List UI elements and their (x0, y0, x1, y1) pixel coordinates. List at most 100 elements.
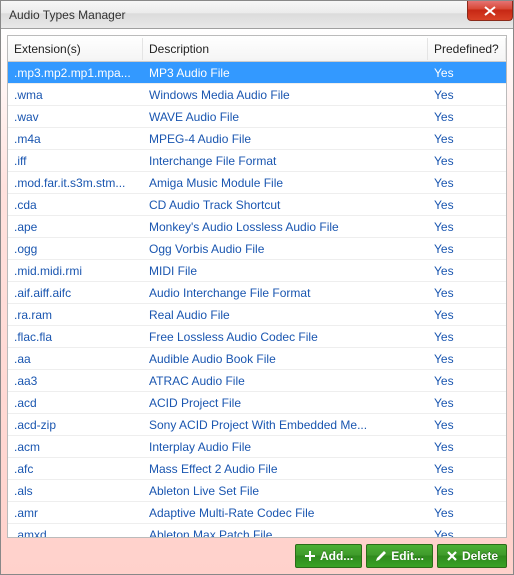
cell-predefined: Yes (428, 482, 506, 500)
cell-extension: .mid.midi.rmi (8, 262, 143, 280)
table-row[interactable]: .aif.aiff.aifcAudio Interchange File For… (8, 282, 506, 304)
cell-description: Windows Media Audio File (143, 86, 428, 104)
cell-predefined: Yes (428, 306, 506, 324)
delete-button[interactable]: Delete (437, 544, 507, 568)
cell-extension: .acd-zip (8, 416, 143, 434)
cell-extension: .flac.fla (8, 328, 143, 346)
cell-description: WAVE Audio File (143, 108, 428, 126)
window-title: Audio Types Manager (9, 8, 126, 22)
cell-predefined: Yes (428, 174, 506, 192)
close-icon (484, 6, 496, 16)
cell-extension: .cda (8, 196, 143, 214)
cell-description: MIDI File (143, 262, 428, 280)
cell-description: Ableton Live Set File (143, 482, 428, 500)
table-row[interactable]: .acd-zipSony ACID Project With Embedded … (8, 414, 506, 436)
cell-extension: .mod.far.it.s3m.stm... (8, 174, 143, 192)
cell-predefined: Yes (428, 350, 506, 368)
table-row[interactable]: .aa3ATRAC Audio FileYes (8, 370, 506, 392)
delete-button-label: Delete (462, 549, 498, 563)
cell-description: CD Audio Track Shortcut (143, 196, 428, 214)
titlebar: Audio Types Manager (1, 1, 513, 29)
list-header: Extension(s) Description Predefined? (8, 36, 506, 62)
table-row[interactable]: .mp3.mp2.mp1.mpa...MP3 Audio FileYes (8, 62, 506, 84)
cell-description: Interplay Audio File (143, 438, 428, 456)
column-header-extensions[interactable]: Extension(s) (8, 38, 143, 60)
cell-predefined: Yes (428, 504, 506, 522)
cell-predefined: Yes (428, 196, 506, 214)
cell-description: Audio Interchange File Format (143, 284, 428, 302)
cell-description: Audible Audio Book File (143, 350, 428, 368)
cell-extension: .amxd (8, 526, 143, 538)
add-button-label: Add... (320, 549, 353, 563)
table-row[interactable]: .acmInterplay Audio FileYes (8, 436, 506, 458)
button-bar: Add... Edit... Delete (7, 538, 507, 568)
table-row[interactable]: .iffInterchange File FormatYes (8, 150, 506, 172)
cell-predefined: Yes (428, 460, 506, 478)
table-row[interactable]: .wavWAVE Audio FileYes (8, 106, 506, 128)
cell-predefined: Yes (428, 240, 506, 258)
client-area: Extension(s) Description Predefined? .mp… (1, 29, 513, 574)
table-row[interactable]: .mid.midi.rmiMIDI FileYes (8, 260, 506, 282)
table-row[interactable]: .afcMass Effect 2 Audio FileYes (8, 458, 506, 480)
cell-predefined: Yes (428, 394, 506, 412)
cell-extension: .als (8, 482, 143, 500)
cell-extension: .wma (8, 86, 143, 104)
cell-description: Amiga Music Module File (143, 174, 428, 192)
cell-predefined: Yes (428, 328, 506, 346)
cell-description: ACID Project File (143, 394, 428, 412)
cell-extension: .amr (8, 504, 143, 522)
column-header-predefined[interactable]: Predefined? (428, 38, 506, 60)
cell-extension: .aif.aiff.aifc (8, 284, 143, 302)
x-icon (446, 550, 458, 562)
cell-extension: .mp3.mp2.mp1.mpa... (8, 64, 143, 82)
cell-description: Ogg Vorbis Audio File (143, 240, 428, 258)
table-row[interactable]: .cdaCD Audio Track ShortcutYes (8, 194, 506, 216)
table-row[interactable]: .oggOgg Vorbis Audio FileYes (8, 238, 506, 260)
table-row[interactable]: .acdACID Project FileYes (8, 392, 506, 414)
table-row[interactable]: .flac.flaFree Lossless Audio Codec FileY… (8, 326, 506, 348)
cell-description: MP3 Audio File (143, 64, 428, 82)
table-row[interactable]: .ra.ramReal Audio FileYes (8, 304, 506, 326)
cell-extension: .wav (8, 108, 143, 126)
cell-predefined: Yes (428, 86, 506, 104)
cell-description: Mass Effect 2 Audio File (143, 460, 428, 478)
audio-types-list: Extension(s) Description Predefined? .mp… (7, 35, 507, 538)
table-row[interactable]: .amrAdaptive Multi-Rate Codec FileYes (8, 502, 506, 524)
cell-extension: .aa3 (8, 372, 143, 390)
cell-extension: .ra.ram (8, 306, 143, 324)
cell-description: Ableton Max Patch File (143, 526, 428, 538)
add-button[interactable]: Add... (295, 544, 362, 568)
close-button[interactable] (467, 1, 513, 21)
cell-predefined: Yes (428, 218, 506, 236)
cell-description: Adaptive Multi-Rate Codec File (143, 504, 428, 522)
cell-predefined: Yes (428, 284, 506, 302)
cell-predefined: Yes (428, 130, 506, 148)
cell-description: Real Audio File (143, 306, 428, 324)
cell-extension: .afc (8, 460, 143, 478)
table-row[interactable]: .mod.far.it.s3m.stm...Amiga Music Module… (8, 172, 506, 194)
cell-predefined: Yes (428, 438, 506, 456)
cell-description: MPEG-4 Audio File (143, 130, 428, 148)
cell-description: ATRAC Audio File (143, 372, 428, 390)
column-header-description[interactable]: Description (143, 38, 428, 60)
cell-extension: .ape (8, 218, 143, 236)
cell-extension: .ogg (8, 240, 143, 258)
table-row[interactable]: .alsAbleton Live Set FileYes (8, 480, 506, 502)
cell-extension: .acd (8, 394, 143, 412)
cell-description: Sony ACID Project With Embedded Me... (143, 416, 428, 434)
cell-predefined: Yes (428, 152, 506, 170)
list-body[interactable]: .mp3.mp2.mp1.mpa...MP3 Audio FileYes.wma… (8, 62, 506, 537)
table-row[interactable]: .m4aMPEG-4 Audio FileYes (8, 128, 506, 150)
cell-extension: .acm (8, 438, 143, 456)
cell-predefined: Yes (428, 526, 506, 538)
table-row[interactable]: .apeMonkey's Audio Lossless Audio FileYe… (8, 216, 506, 238)
cell-description: Free Lossless Audio Codec File (143, 328, 428, 346)
edit-button-label: Edit... (391, 549, 424, 563)
cell-predefined: Yes (428, 108, 506, 126)
cell-predefined: Yes (428, 416, 506, 434)
table-row[interactable]: .aaAudible Audio Book FileYes (8, 348, 506, 370)
table-row[interactable]: .wmaWindows Media Audio FileYes (8, 84, 506, 106)
window: Audio Types Manager Extension(s) Descrip… (0, 0, 514, 575)
table-row[interactable]: .amxdAbleton Max Patch FileYes (8, 524, 506, 537)
edit-button[interactable]: Edit... (366, 544, 433, 568)
